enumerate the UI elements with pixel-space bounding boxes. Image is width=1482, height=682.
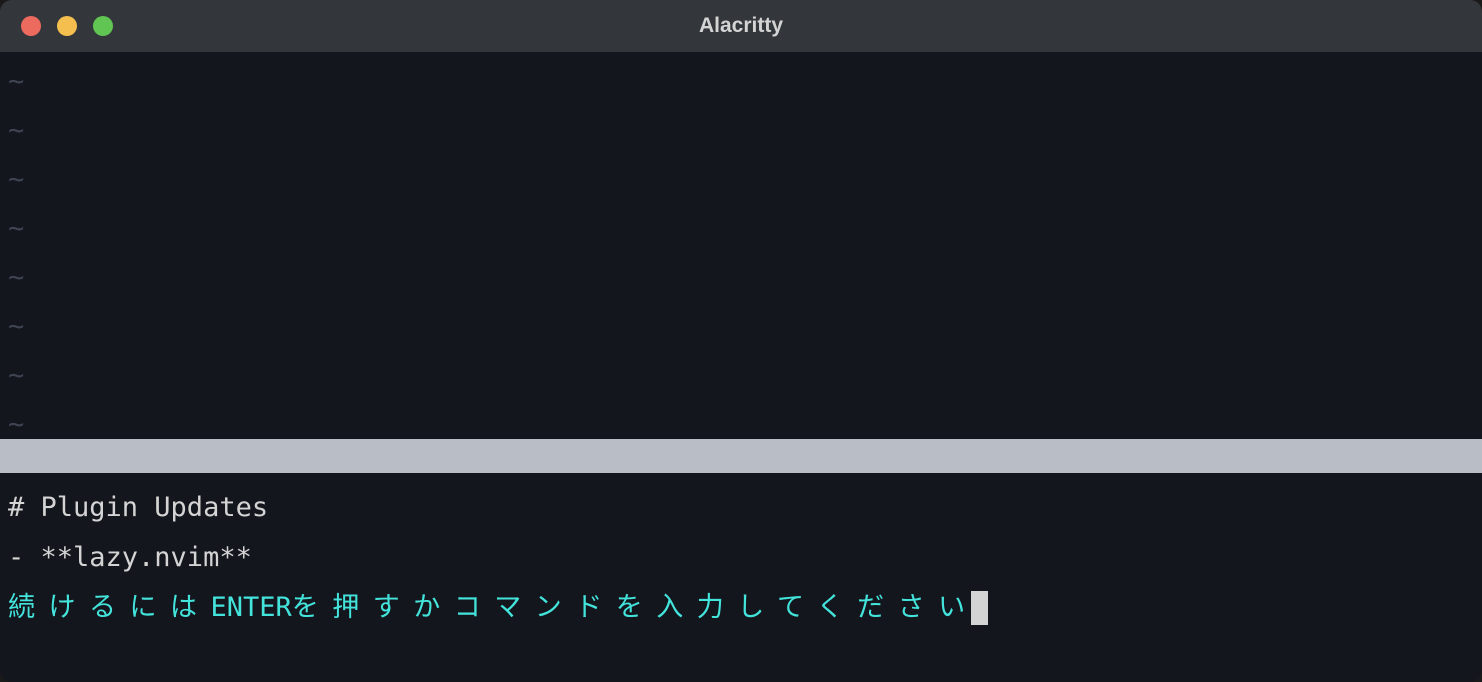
prompt-enter: ENTER <box>211 592 292 623</box>
empty-line-tilde: ~ <box>8 117 1474 145</box>
prompt-prefix: 続けるには <box>8 592 211 623</box>
empty-line-tilde: ~ <box>8 411 1474 439</box>
statusline <box>0 439 1482 473</box>
terminal-window: Alacritty ~ ~ ~ ~ ~ ~ ~ ~ # Plugin Updat… <box>0 0 1482 682</box>
minimize-button[interactable] <box>57 16 77 36</box>
empty-line-tilde: ~ <box>8 166 1474 194</box>
empty-line-tilde: ~ <box>8 313 1474 341</box>
close-button[interactable] <box>21 16 41 36</box>
terminal-content[interactable]: ~ ~ ~ ~ ~ ~ ~ ~ # Plugin Updates - **laz… <box>0 52 1482 682</box>
cursor <box>971 591 988 625</box>
message-header: # Plugin Updates <box>8 483 1474 533</box>
empty-line-tilde: ~ <box>8 215 1474 243</box>
empty-line-tilde: ~ <box>8 264 1474 292</box>
titlebar: Alacritty <box>0 0 1482 52</box>
message-item: - **lazy.nvim** <box>8 533 1474 583</box>
empty-line-tilde: ~ <box>8 362 1474 390</box>
bottom-spacer <box>8 647 1474 682</box>
continue-prompt[interactable]: 続けるにはENTERを押すかコマンドを入力してください <box>8 583 1474 633</box>
traffic-lights <box>21 16 113 36</box>
maximize-button[interactable] <box>93 16 113 36</box>
empty-line-tilde: ~ <box>8 68 1474 96</box>
window-title: Alacritty <box>699 14 783 38</box>
message-area: # Plugin Updates - **lazy.nvim** 続けるにはEN… <box>8 473 1474 647</box>
prompt-suffix: を押すかコマンドを入力してください <box>292 592 979 623</box>
buffer-area: ~ ~ ~ ~ ~ ~ ~ ~ <box>8 62 1474 439</box>
